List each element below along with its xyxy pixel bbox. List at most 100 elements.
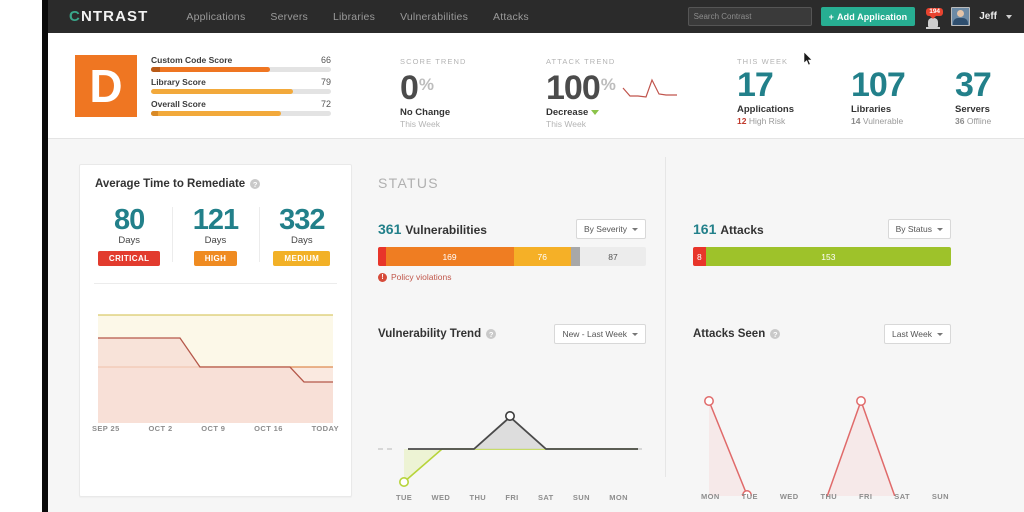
attacks-seen-chart: MON TUE WED THU FRI SAT SUN	[691, 351, 959, 501]
score-label: Custom Code Score	[151, 55, 233, 65]
axis-tick: SAT	[537, 493, 554, 502]
score-fill	[151, 67, 270, 72]
help-icon[interactable]: ?	[770, 329, 781, 339]
attacks-grouping-dropdown[interactable]: By Status	[887, 219, 951, 239]
kpi-servers: 37 Servers 36 Offline	[955, 57, 1024, 126]
divider	[94, 283, 337, 284]
kpi-title: SCORE TREND	[400, 57, 467, 66]
attacks-seen-header: Attacks Seen ? Last Week	[693, 324, 951, 344]
severity-badge-high: HIGH	[193, 251, 238, 266]
remediate-unit: Days	[290, 235, 313, 246]
policy-violations-row[interactable]: ! Policy violations	[378, 272, 451, 282]
notifications-button[interactable]: 194	[924, 7, 944, 29]
axis-tick: FRI	[859, 492, 873, 501]
axis-tick: TODAY	[311, 424, 339, 433]
axis-tick: SEP 25	[92, 424, 120, 433]
score-row-custom-code: Custom Code Score 66	[151, 55, 331, 72]
remediate-unit: Days	[204, 235, 227, 246]
libraries-label: Libraries	[851, 104, 892, 115]
applications-label: Applications	[737, 104, 795, 115]
screenshot-root: C NTRAST Applications Servers Libraries V…	[0, 0, 1024, 512]
axis-tick: MON	[609, 493, 628, 502]
libraries-vuln-text: Vulnerable	[862, 116, 904, 126]
axis-tick: OCT 9	[201, 424, 226, 433]
remediate-days: 332	[279, 204, 325, 236]
kpi-applications: THIS WEEK 17 Applications 12 High Risk	[737, 57, 851, 126]
severity-segment-note[interactable]: 87	[580, 247, 646, 266]
vulnerability-trend-title: Vulnerability Trend	[378, 328, 482, 340]
applications-count: 17	[737, 66, 774, 104]
severity-segment-medium[interactable]: 76	[513, 247, 572, 266]
severity-segment-high[interactable]: 169	[385, 247, 514, 266]
remediate-x-axis: SEP 25 OCT 2 OCT 9 OCT 16 TODAY	[80, 424, 351, 433]
severity-segment-low[interactable]	[571, 247, 581, 266]
score-value: 66	[320, 55, 331, 65]
vulnerability-trend-svg	[378, 410, 646, 488]
kpi-title: ATTACK TREND	[546, 57, 616, 66]
contrast-logo[interactable]: C NTRAST	[69, 8, 148, 25]
summary-strip: D Custom Code Score 66 Library Score 79 …	[48, 33, 1024, 139]
vulnerability-trend-x-axis: TUE WED THU FRI SAT SUN MON	[374, 493, 650, 502]
add-application-button[interactable]: + Add Application	[820, 7, 916, 26]
user-name[interactable]: Jeff	[979, 11, 997, 22]
kpi-attack-trend: ATTACK TREND 100% Decrease This Week	[546, 57, 737, 129]
kpi-subtitle: No Change	[400, 107, 451, 118]
search-input[interactable]: Search Contrast	[687, 7, 812, 26]
dropdown-label: Last Week	[891, 329, 932, 339]
dashboard-content: Average Time to Remediate ? 80 Days CRIT…	[48, 139, 1024, 512]
application-window: C NTRAST Applications Servers Libraries V…	[48, 0, 1024, 512]
attacks-count: 161	[693, 221, 717, 237]
score-track	[151, 89, 331, 94]
vulnerability-trend-header: Vulnerability Trend ? New - Last Week	[378, 324, 646, 344]
nav-item-vulnerabilities[interactable]: Vulnerabilities	[400, 11, 468, 23]
top-navigation-bar: C NTRAST Applications Servers Libraries V…	[48, 0, 1024, 33]
help-icon[interactable]: ?	[250, 179, 261, 189]
average-time-to-remediate-card: Average Time to Remediate ? 80 Days CRIT…	[79, 164, 352, 497]
overall-grade: D	[75, 54, 137, 117]
chevron-down-icon[interactable]	[1006, 14, 1012, 19]
grade-card: D Custom Code Score 66 Library Score 79 …	[75, 54, 331, 117]
policy-violations-label: Policy violations	[391, 272, 452, 282]
alert-icon: !	[378, 272, 387, 282]
nav-item-libraries[interactable]: Libraries	[333, 11, 375, 23]
vulnerability-trend-range-dropdown[interactable]: New - Last Week	[554, 324, 646, 344]
score-label: Library Score	[151, 77, 206, 87]
score-value: 79	[320, 77, 331, 87]
remediate-days: 121	[192, 204, 239, 236]
nav-item-attacks[interactable]: Attacks	[493, 11, 529, 23]
attack-segment-probed[interactable]: 153	[705, 247, 951, 266]
left-white-gutter	[0, 0, 42, 512]
nav-item-servers[interactable]: Servers	[270, 11, 308, 23]
help-icon[interactable]: ?	[486, 329, 497, 339]
vulnerabilities-severity-bar: 169 76 87	[378, 247, 646, 266]
score-value: 72	[320, 99, 331, 109]
chevron-down-icon	[937, 227, 943, 231]
axis-tick: SAT	[894, 492, 910, 501]
servers-label: Servers	[955, 104, 990, 115]
libraries-count: 107	[851, 66, 906, 104]
status-heading: STATUS	[378, 175, 439, 191]
avatar-head	[957, 10, 965, 17]
severity-segment-critical[interactable]	[378, 247, 386, 266]
kpi-footnote: This Week	[546, 119, 586, 129]
nav-item-applications[interactable]: Applications	[186, 11, 245, 23]
axis-tick: TUE	[741, 492, 758, 501]
applications-risk-text: High Risk	[748, 116, 786, 126]
avatar[interactable]	[951, 7, 971, 26]
remediate-column-medium: 332 Days MEDIUM	[258, 204, 345, 266]
axis-tick: FRI	[505, 493, 519, 502]
kpi-libraries: 107 Libraries 14 Vulnerable	[851, 57, 955, 126]
spacer-label	[955, 57, 1024, 66]
score-row-overall: Overall Score 72	[151, 99, 331, 116]
spacer-label	[851, 57, 939, 66]
axis-tick: OCT 16	[254, 424, 283, 433]
attacks-seen-range-dropdown[interactable]: Last Week	[883, 324, 951, 344]
attack-segment-active[interactable]: 8	[693, 247, 706, 266]
chevron-down-icon	[937, 332, 943, 336]
severity-badge-medium: MEDIUM	[273, 251, 331, 266]
vulnerabilities-grouping-dropdown[interactable]: By Severity	[576, 219, 646, 239]
score-fill	[151, 111, 281, 116]
notification-count-badge: 194	[926, 7, 944, 19]
dropdown-label: By Status	[895, 224, 932, 234]
attacks-seen-svg	[704, 396, 896, 496]
